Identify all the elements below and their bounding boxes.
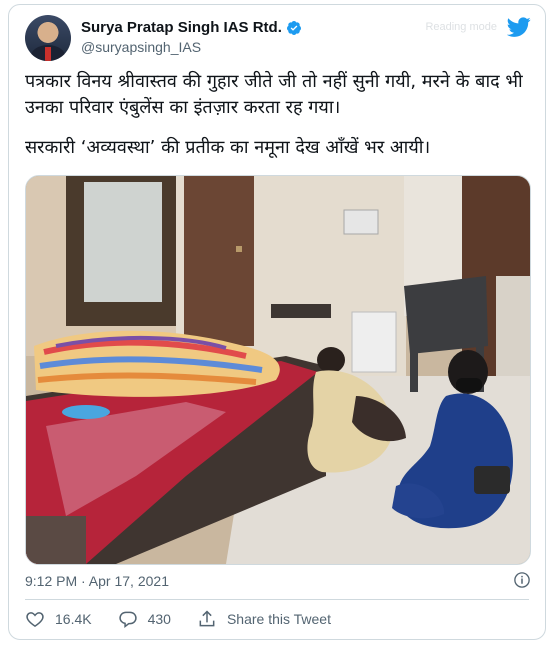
tweet-photo[interactable] bbox=[25, 175, 531, 565]
share-button[interactable]: Share this Tweet bbox=[197, 609, 331, 629]
tweet-text-line-2: सरकारी ‘अव्यवस्था’ की प्रतीक का नमूना दे… bbox=[25, 137, 431, 158]
faded-header-label: Reading mode bbox=[425, 21, 497, 33]
share-icon bbox=[199, 610, 215, 627]
actions-divider bbox=[25, 599, 529, 600]
tweet-timestamp[interactable]: 9:12 PM · Apr 17, 2021 bbox=[25, 573, 169, 589]
photo-illustration bbox=[26, 176, 530, 564]
author-info: Surya Pratap Singh IAS Rtd. @suryapsingh… bbox=[81, 19, 302, 55]
heart-icon bbox=[26, 612, 44, 627]
tweet-header: Surya Pratap Singh IAS Rtd. @suryapsingh… bbox=[25, 15, 531, 63]
share-label: Share this Tweet bbox=[226, 611, 331, 627]
tweet-text-line-1: पत्रकार विनय श्रीवास्तव की गुहार जीते जी… bbox=[25, 71, 523, 118]
like-count: 16.4K bbox=[55, 611, 92, 627]
twitter-bird-icon[interactable] bbox=[507, 15, 531, 39]
reply-count: 430 bbox=[147, 611, 171, 627]
tweet-text: पत्रकार विनय श्रीवास्तव की गुहार जीते जी… bbox=[25, 69, 525, 161]
like-button[interactable]: 16.4K bbox=[25, 609, 92, 629]
reply-button[interactable]: 430 bbox=[118, 609, 171, 629]
reply-icon bbox=[118, 611, 137, 629]
tweet-card: Surya Pratap Singh IAS Rtd. @suryapsingh… bbox=[8, 4, 546, 640]
verified-badge-icon bbox=[286, 20, 301, 35]
info-icon[interactable] bbox=[513, 571, 531, 589]
author-name-row: Surya Pratap Singh IAS Rtd. bbox=[81, 19, 302, 36]
avatar[interactable] bbox=[25, 15, 71, 61]
header-right: Reading mode bbox=[425, 15, 531, 39]
tweet-actions: 16.4K 430 Share this Tweet bbox=[25, 609, 357, 629]
author-handle[interactable]: @suryapsingh_IAS bbox=[81, 39, 302, 55]
avatar-tie bbox=[45, 47, 51, 61]
author-display-name[interactable]: Surya Pratap Singh IAS Rtd. bbox=[81, 19, 282, 36]
